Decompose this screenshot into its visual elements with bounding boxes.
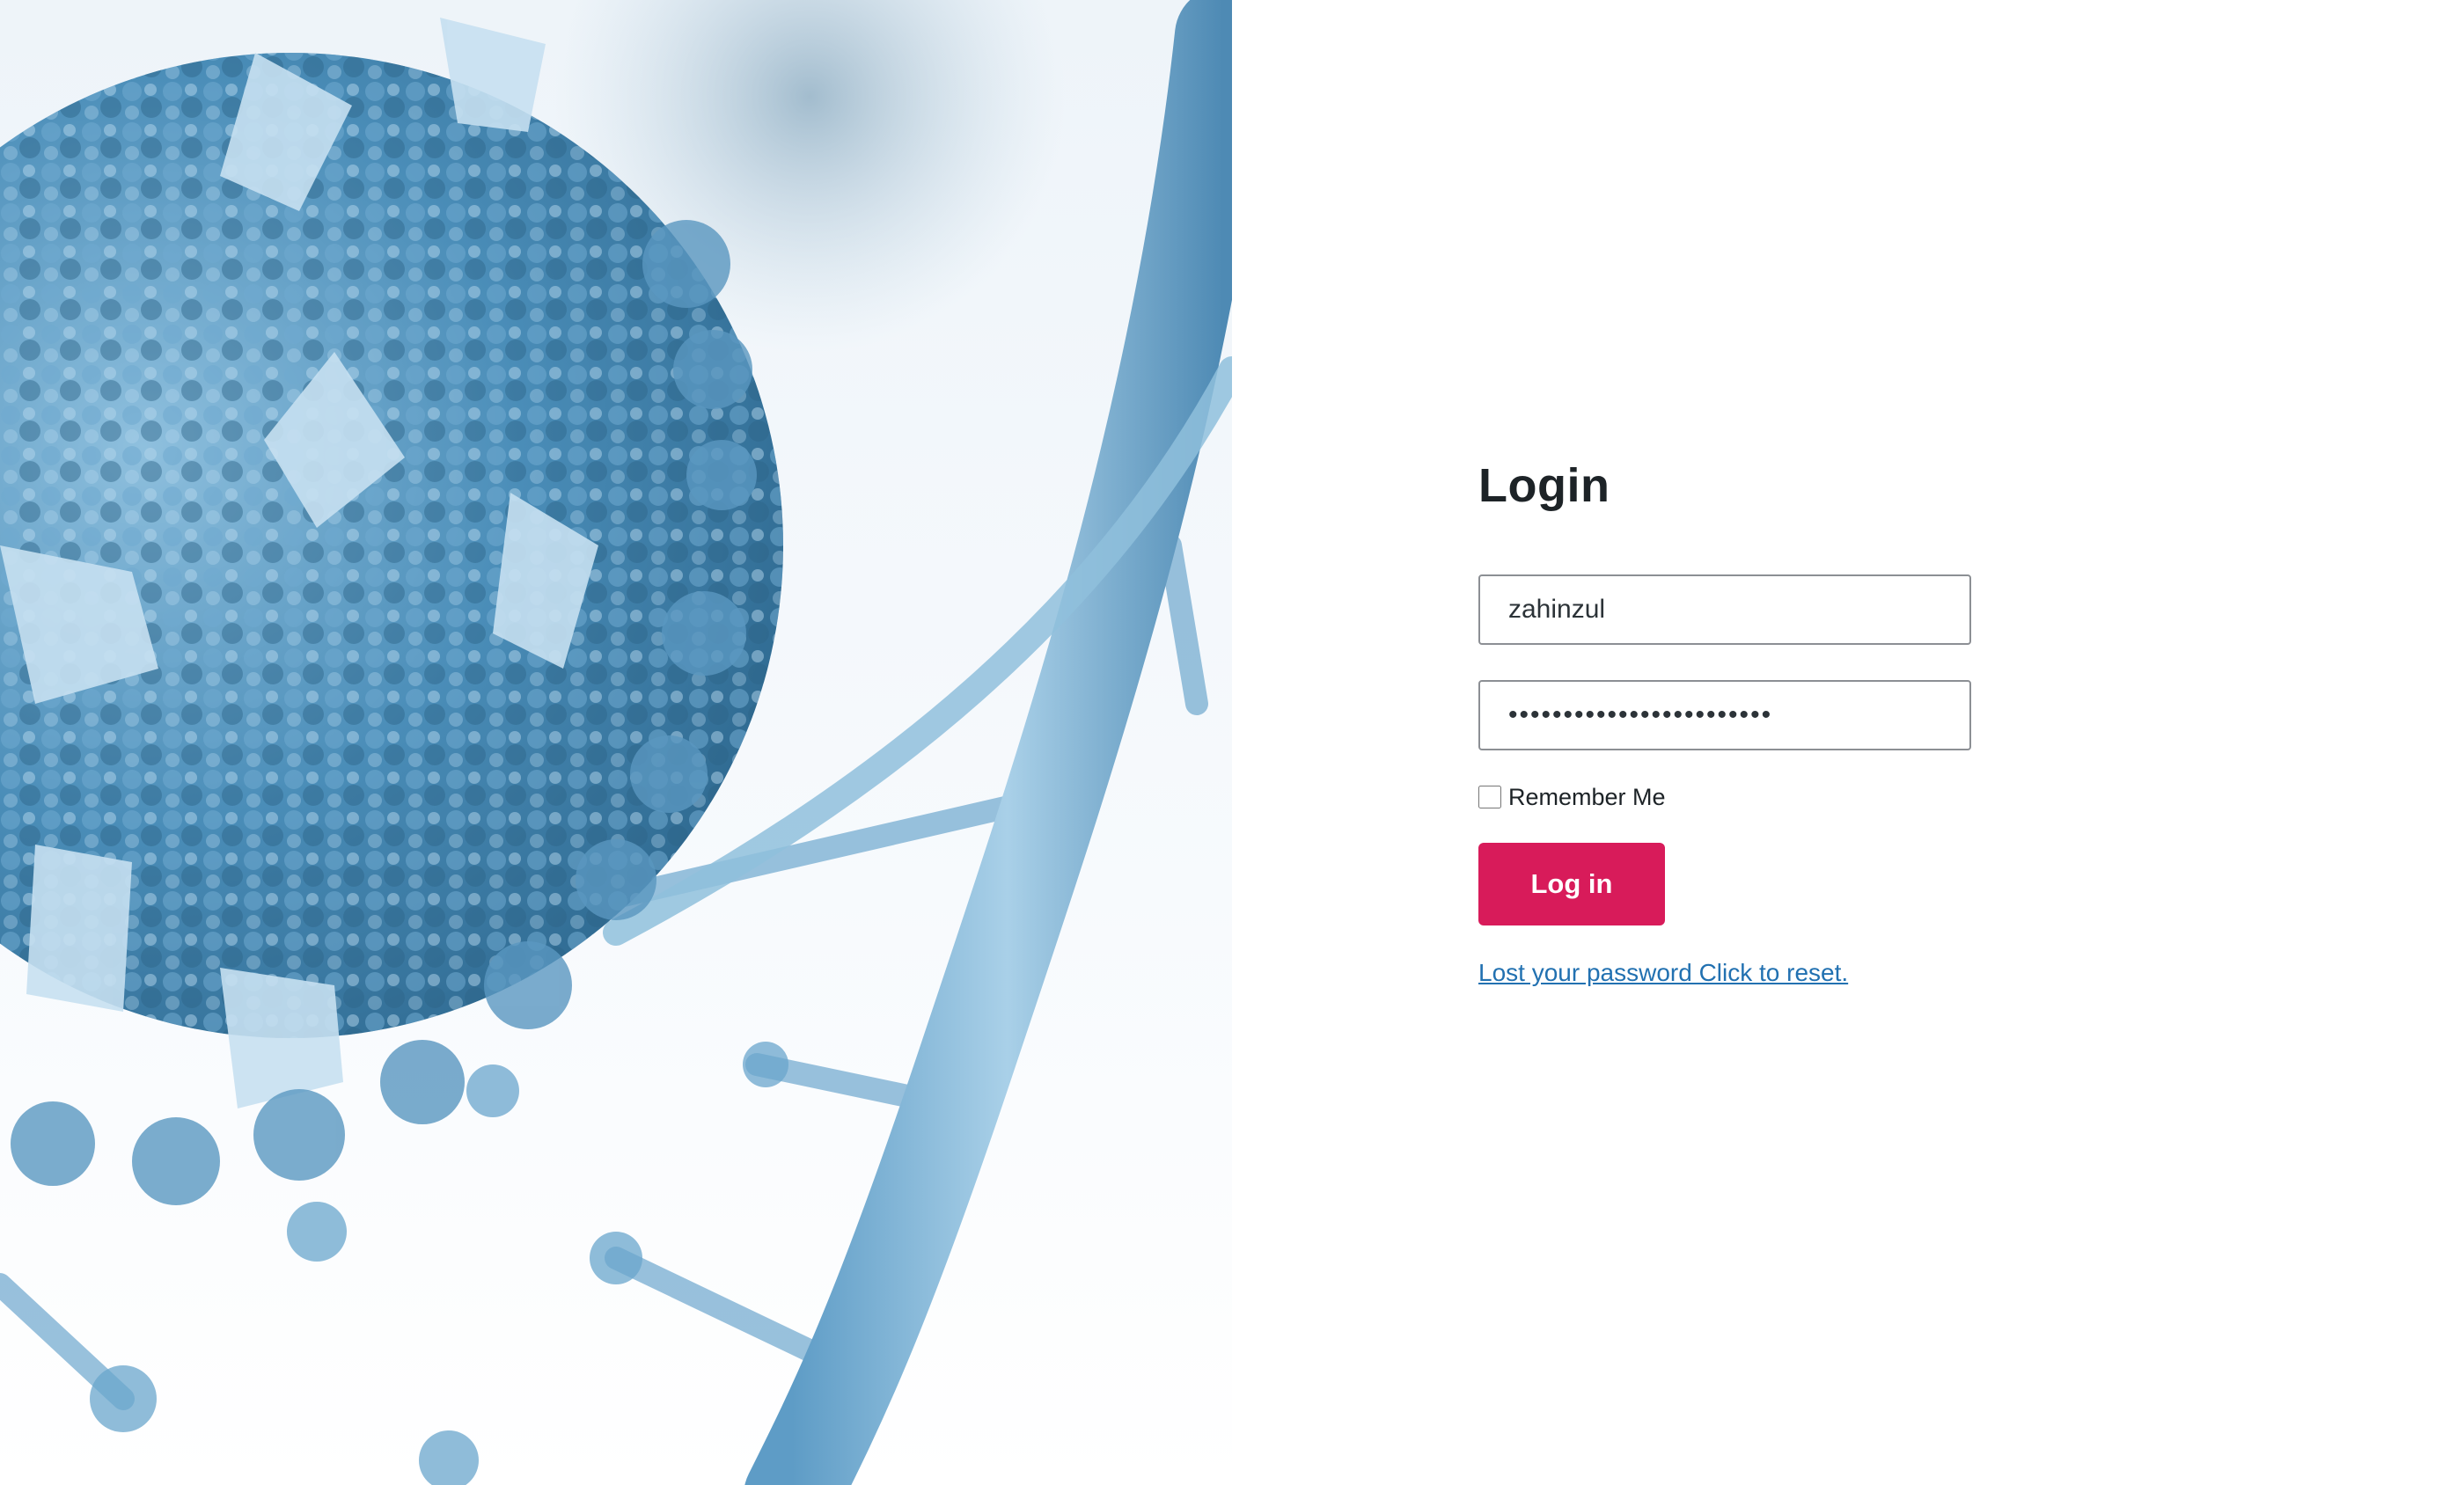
login-button[interactable]: Log in	[1478, 842, 1665, 925]
login-form: Login Remember Me Log in Lost your passw…	[1478, 457, 1971, 987]
hero-image	[0, 0, 1232, 1485]
reset-password-link[interactable]: Lost your password Click to reset.	[1478, 959, 1848, 987]
username-input[interactable]	[1478, 574, 1971, 645]
password-input[interactable]	[1478, 679, 1971, 750]
remember-me-label: Remember Me	[1508, 783, 1666, 810]
page-title: Login	[1478, 459, 1610, 512]
remember-me-checkbox[interactable]	[1478, 786, 1501, 809]
remember-me[interactable]: Remember Me	[1478, 784, 1971, 811]
login-page: Login Remember Me Log in Lost your passw…	[0, 0, 2464, 1485]
